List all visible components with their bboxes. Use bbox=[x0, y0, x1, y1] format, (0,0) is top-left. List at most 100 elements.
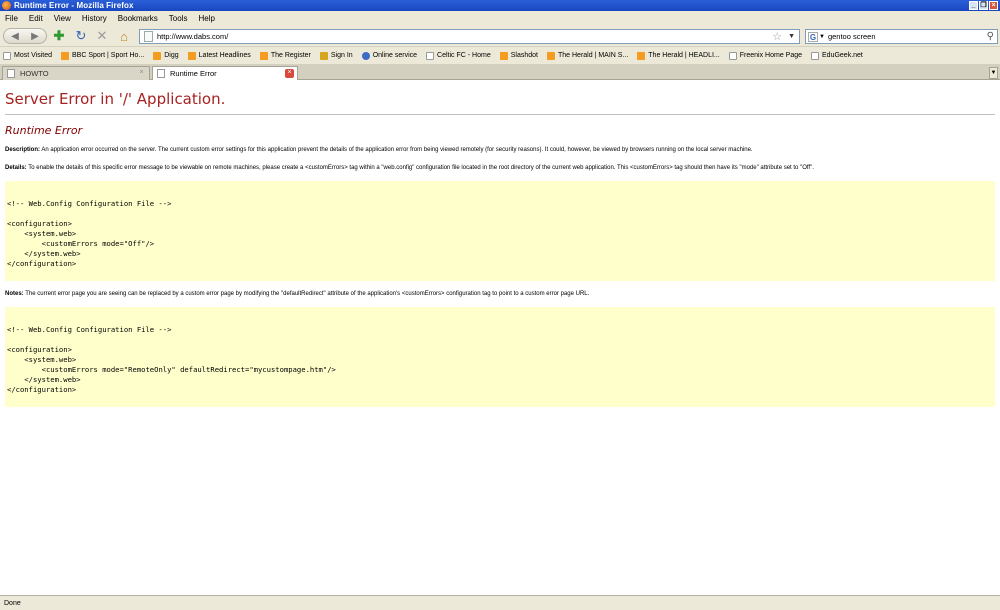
tab-bar: HOWTO × Runtime Error × ▼ bbox=[0, 64, 1000, 80]
page-icon bbox=[426, 51, 435, 60]
code-block-remoteonly: <!-- Web.Config Configuration File --> <… bbox=[5, 307, 995, 407]
description-text: An application error occurred on the ser… bbox=[40, 147, 753, 153]
bookmark-item[interactable]: Freenix Home Page bbox=[728, 51, 803, 60]
rss-icon bbox=[637, 51, 646, 60]
bookmark-folder-icon bbox=[3, 51, 11, 60]
menu-edit[interactable]: Edit bbox=[29, 14, 43, 23]
menu-history[interactable]: History bbox=[82, 14, 107, 23]
bookmark-item[interactable]: BBC Sport | Sport Ho... bbox=[61, 51, 145, 60]
divider bbox=[5, 114, 995, 115]
notes-label: Notes: bbox=[5, 291, 24, 297]
bookmark-label: The Register bbox=[270, 52, 311, 59]
address-bar[interactable]: http://www.dabs.com/ ☆ ▼ bbox=[139, 29, 800, 44]
page-title: Server Error in '/' Application. bbox=[5, 90, 226, 108]
code-text: <!-- Web.Config Configuration File --> <… bbox=[7, 199, 172, 268]
google-engine-icon[interactable]: G bbox=[808, 31, 818, 42]
status-text: Done bbox=[4, 599, 21, 607]
tab-runtime-error[interactable]: Runtime Error × bbox=[152, 66, 298, 80]
bookmark-item[interactable]: The Herald | MAIN S... bbox=[546, 51, 629, 60]
page-icon bbox=[728, 51, 737, 60]
bookmark-item[interactable]: Latest Headlines bbox=[187, 51, 251, 60]
navigation-toolbar: ◀ ▶ ✚ ↻ ✕ ⌂ http://www.dabs.com/ ☆ ▼ G ▼… bbox=[0, 25, 1000, 47]
bookmark-label: Latest Headlines bbox=[198, 52, 251, 59]
restore-icon[interactable]: ❐ bbox=[979, 1, 988, 10]
reload-icon[interactable]: ↻ bbox=[74, 28, 88, 44]
bookmark-item[interactable]: EduGeek.net bbox=[811, 51, 863, 60]
window-title: Runtime Error - Mozilla Firefox bbox=[14, 1, 134, 10]
url-dropdown-icon[interactable]: ▼ bbox=[788, 33, 795, 40]
code-text: <!-- Web.Config Configuration File --> <… bbox=[7, 325, 336, 394]
status-bar: Done bbox=[0, 595, 1000, 610]
new-tab-plus-icon[interactable]: ✚ bbox=[52, 28, 66, 44]
page-icon bbox=[811, 51, 820, 60]
rss-icon bbox=[546, 51, 555, 60]
bookmark-label: Celtic FC - Home bbox=[437, 52, 491, 59]
bookmark-label: Digg bbox=[164, 52, 179, 59]
details-text: To enable the details of this specific e… bbox=[26, 165, 814, 171]
bookmark-item[interactable]: The Herald | HEADLI... bbox=[637, 51, 720, 60]
tab-label: Runtime Error bbox=[170, 69, 217, 78]
minimize-icon[interactable]: _ bbox=[969, 1, 978, 10]
description-label: Description: bbox=[5, 147, 41, 153]
bookmark-label: Freenix Home Page bbox=[739, 52, 803, 59]
code-block-off: <!-- Web.Config Configuration File --> <… bbox=[5, 181, 995, 281]
rss-icon bbox=[187, 51, 196, 60]
bookmark-label: Slashdot bbox=[510, 52, 538, 59]
rss-icon bbox=[259, 51, 268, 60]
bookmark-label: BBC Sport | Sport Ho... bbox=[72, 52, 145, 59]
menu-bar: File Edit View History Bookmarks Tools H… bbox=[0, 11, 1000, 25]
bookmark-star-icon[interactable]: ☆ bbox=[772, 30, 782, 43]
bookmark-item[interactable]: Celtic FC - Home bbox=[426, 51, 491, 60]
home-icon[interactable]: ⌂ bbox=[117, 28, 131, 44]
windows-live-icon bbox=[319, 51, 328, 60]
bookmarks-toolbar: Most Visited BBC Sport | Sport Ho... Dig… bbox=[0, 47, 1000, 64]
bookmark-label: The Herald | MAIN S... bbox=[557, 52, 629, 59]
details-paragraph: Details: To enable the details of this s… bbox=[5, 165, 990, 171]
stop-icon[interactable]: ✕ bbox=[95, 28, 109, 44]
tab-howto[interactable]: HOWTO × bbox=[2, 66, 150, 80]
forward-arrow-icon[interactable]: ▶ bbox=[25, 31, 45, 42]
bookmark-label: EduGeek.net bbox=[822, 52, 863, 59]
search-bar[interactable]: G ▼ gentoo screen ⚲ bbox=[805, 29, 998, 44]
bookmark-item[interactable]: Sign In bbox=[319, 51, 353, 60]
menu-help[interactable]: Help bbox=[198, 14, 214, 23]
bookmark-item[interactable]: Online service bbox=[361, 51, 417, 60]
bookmark-item[interactable]: The Register bbox=[259, 51, 311, 60]
menu-bookmarks[interactable]: Bookmarks bbox=[118, 14, 158, 23]
menu-file[interactable]: File bbox=[5, 14, 18, 23]
tab-label: HOWTO bbox=[20, 69, 49, 78]
window-controls: _ ❐ × bbox=[969, 1, 998, 10]
close-tab-icon[interactable]: × bbox=[137, 69, 146, 78]
notes-text: The current error page you are seeing ca… bbox=[23, 291, 590, 297]
menu-view[interactable]: View bbox=[54, 14, 71, 23]
details-label: Details: bbox=[5, 165, 27, 171]
search-input[interactable]: gentoo screen bbox=[828, 32, 987, 41]
page-icon bbox=[157, 69, 165, 78]
tab-list-dropdown-icon[interactable]: ▼ bbox=[989, 67, 998, 79]
description-paragraph: Description: An application error occurr… bbox=[5, 147, 990, 153]
globe-icon bbox=[361, 51, 370, 60]
page-content: Server Error in '/' Application. Runtime… bbox=[0, 81, 1000, 595]
back-arrow-icon[interactable]: ◀ bbox=[5, 31, 25, 42]
url-text[interactable]: http://www.dabs.com/ bbox=[157, 32, 772, 41]
rss-icon bbox=[499, 51, 508, 60]
menu-tools[interactable]: Tools bbox=[169, 14, 188, 23]
page-icon bbox=[7, 69, 15, 78]
bookmark-label: Sign In bbox=[330, 52, 353, 59]
bookmark-label: The Herald | HEADLI... bbox=[648, 52, 720, 59]
notes-paragraph: Notes: The current error page you are se… bbox=[5, 291, 990, 297]
firefox-logo-icon bbox=[2, 1, 11, 10]
bookmark-item[interactable]: Most Visited bbox=[3, 51, 52, 60]
bookmark-item[interactable]: Digg bbox=[153, 51, 179, 60]
magnifier-icon[interactable]: ⚲ bbox=[987, 31, 994, 42]
bookmark-label: Most Visited bbox=[14, 52, 52, 59]
bookmark-item[interactable]: Slashdot bbox=[499, 51, 538, 60]
rss-icon bbox=[61, 51, 69, 60]
back-forward-buttons: ◀ ▶ bbox=[3, 28, 47, 44]
window-title-bar: Runtime Error - Mozilla Firefox _ ❐ × bbox=[0, 0, 1000, 11]
page-icon bbox=[144, 31, 153, 42]
error-subtitle: Runtime Error bbox=[5, 124, 83, 137]
close-tab-icon[interactable]: × bbox=[285, 69, 294, 78]
search-engine-dropdown-icon[interactable]: ▼ bbox=[819, 34, 825, 40]
close-window-icon[interactable]: × bbox=[989, 1, 998, 10]
